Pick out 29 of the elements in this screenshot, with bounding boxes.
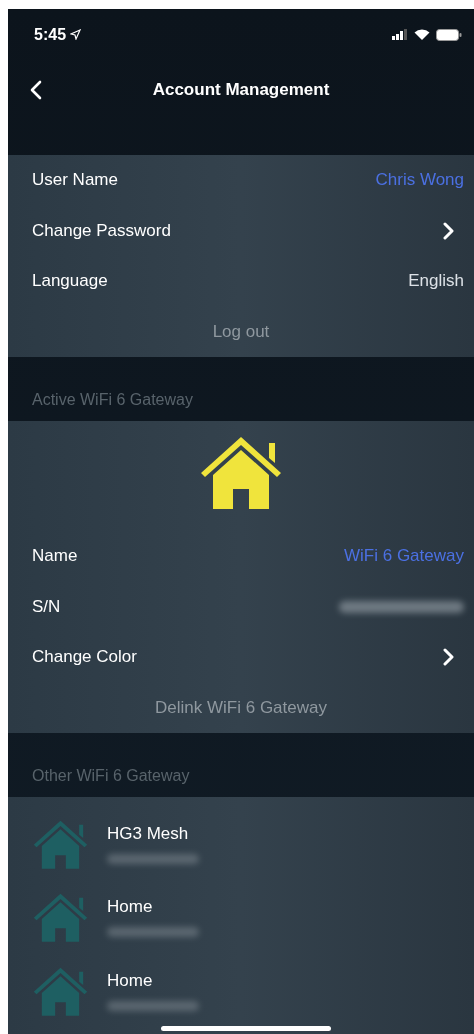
chevron-right-icon bbox=[443, 648, 454, 667]
gateway-name: Home bbox=[107, 970, 154, 991]
row-label: Language bbox=[32, 271, 109, 292]
action-button[interactable]: Log out bbox=[208, 317, 274, 346]
row-value: English bbox=[408, 271, 464, 292]
row-value: WiFi 6 Gateway bbox=[344, 546, 464, 567]
row-label: S/N bbox=[32, 596, 62, 617]
location-arrow-icon bbox=[70, 29, 82, 40]
row-label: Change Password bbox=[32, 220, 172, 241]
row-label: Name bbox=[32, 546, 79, 567]
gateway-item[interactable]: Home bbox=[8, 880, 474, 954]
gateway-item[interactable]: Home bbox=[8, 954, 474, 1028]
row-label: Change Color bbox=[32, 647, 138, 668]
battery-icon bbox=[436, 28, 462, 41]
signal-icon bbox=[392, 29, 408, 40]
wifi-icon bbox=[414, 28, 430, 41]
status-time: 5:45 bbox=[34, 25, 67, 44]
gateway-name: Home bbox=[107, 897, 154, 918]
section-heading: Other WiFi 6 Gateway bbox=[32, 767, 190, 785]
chevron-left-icon bbox=[30, 80, 42, 100]
action-button[interactable]: Delink WiFi 6 Gateway bbox=[151, 693, 331, 722]
row-label: User Name bbox=[32, 170, 119, 191]
gateway-name: HG3 Mesh bbox=[107, 823, 190, 844]
house-icon bbox=[32, 891, 89, 944]
row-value: Chris Wong bbox=[375, 170, 464, 191]
gateway-item[interactable]: HG3 Mesh bbox=[8, 807, 474, 881]
chevron-right-icon bbox=[443, 221, 454, 240]
screen-title: Account Management bbox=[152, 80, 330, 100]
section-heading: Active WiFi 6 Gateway bbox=[32, 391, 193, 409]
